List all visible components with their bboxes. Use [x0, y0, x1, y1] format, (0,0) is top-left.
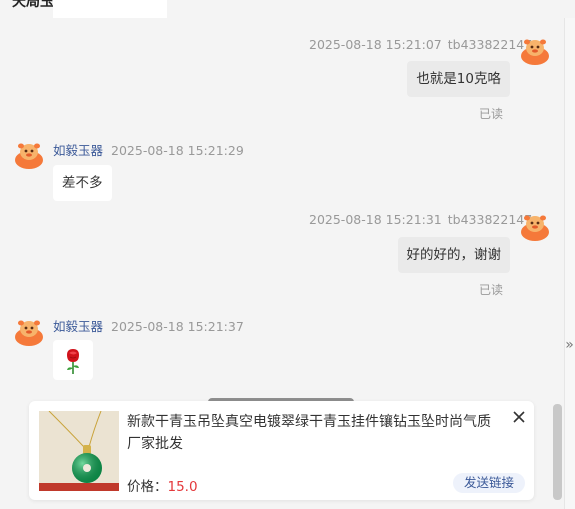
message-bubble: 也就是10克咯	[407, 61, 510, 97]
rose-icon	[67, 349, 79, 374]
shop-avatar-icon[interactable]	[14, 139, 44, 169]
product-price: 价格：15.0	[127, 475, 198, 495]
chat-header: 天局玉器	[0, 0, 575, 18]
message-time: 2025-08-18 15:21:37	[111, 319, 244, 334]
read-status: 已读	[479, 107, 504, 121]
user-avatar-icon[interactable]	[520, 35, 550, 65]
message-meta: 如毅玉器 2025-08-18 15:21:29	[53, 140, 244, 159]
message-meta: 2025-08-18 15:21:31 tb433822147	[309, 212, 532, 227]
message-time: 2025-08-18 15:21:07	[309, 37, 442, 52]
sender-name[interactable]: 如毅玉器	[53, 143, 103, 158]
message-bubble: 好的好的，谢谢	[397, 237, 510, 273]
close-icon[interactable]	[509, 407, 529, 427]
message-bubble	[53, 340, 93, 380]
message-bubble: 差不多	[53, 165, 112, 201]
sender-name[interactable]: 如毅玉器	[53, 319, 103, 334]
double-chevron-right-icon[interactable]: »	[564, 335, 575, 355]
user-avatar-icon[interactable]	[520, 211, 550, 241]
read-status: 已读	[479, 283, 504, 297]
scrollbar-thumb[interactable]	[553, 404, 562, 500]
shop-avatar-icon[interactable]	[14, 316, 44, 346]
message-meta: 2025-08-18 15:21:07 tb433822147	[309, 37, 532, 52]
message-time: 2025-08-18 15:21:31	[309, 212, 442, 227]
message-meta: 如毅玉器 2025-08-18 15:21:37	[53, 316, 244, 335]
product-card: 新款干青玉吊坠真空电镀翠绿干青玉挂件镶钻玉坠时尚气质厂家批发 价格：15.0 发…	[29, 401, 534, 500]
previous-message-bubble	[53, 0, 167, 18]
message-time: 2025-08-18 15:21:29	[111, 143, 244, 158]
product-title[interactable]: 新款干青玉吊坠真空电镀翠绿干青玉挂件镶钻玉坠时尚气质厂家批发	[127, 411, 497, 455]
price-label: 价格：	[127, 479, 168, 495]
price-value: 15.0	[167, 479, 198, 495]
jade-pendant-thumbnail[interactable]	[39, 411, 119, 491]
send-link-button[interactable]: 发送链接	[453, 473, 525, 493]
side-panel-edge	[564, 18, 575, 509]
